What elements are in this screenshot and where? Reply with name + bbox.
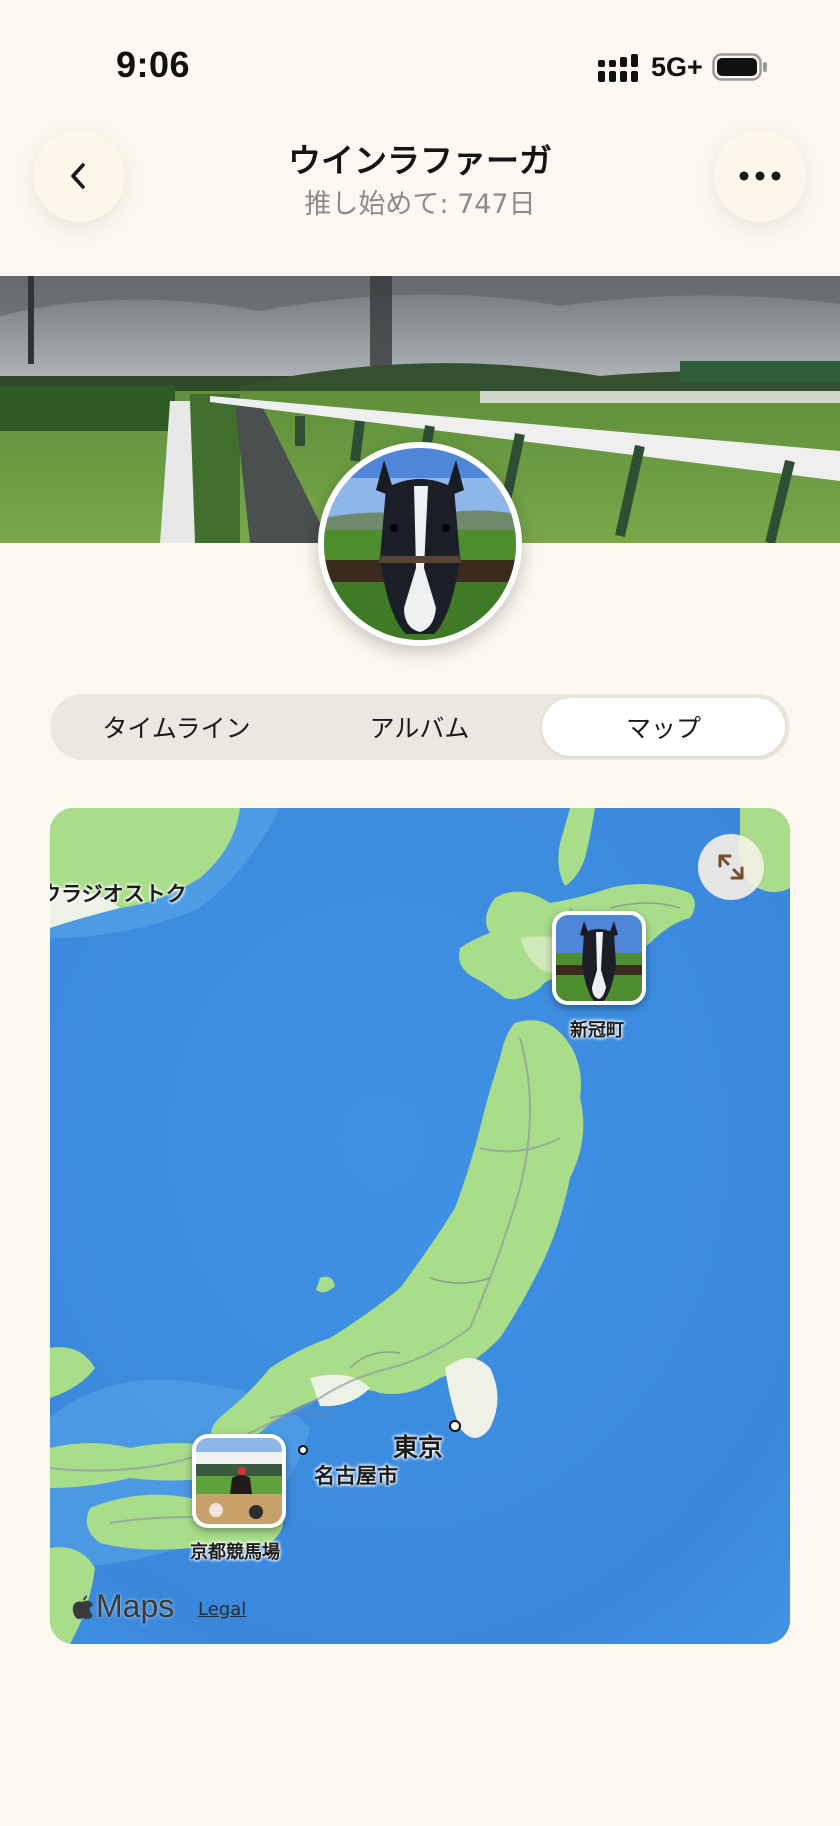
map-pin-kyoto-racecourse[interactable] — [192, 1434, 286, 1528]
page-subtitle: 推し始めて: 747日 — [304, 189, 536, 220]
legal-link[interactable]: Legal — [198, 1599, 246, 1620]
ellipsis-icon — [739, 171, 781, 181]
apple-logo-icon — [72, 1594, 93, 1619]
tab-album[interactable]: アルバム — [298, 698, 541, 756]
map-label-kyoto-racecourse: 京都競馬場 — [190, 1542, 280, 1563]
map-label-niikappu: 新冠町 — [570, 1020, 624, 1041]
tab-timeline[interactable]: タイムライン — [55, 698, 298, 756]
maps-brand-label: Maps — [96, 1588, 175, 1624]
status-bar: 9:06 5G+ — [0, 0, 840, 100]
map-view[interactable]: ウラジオストク 新冠町 東京 名古屋市 京都競馬場 Maps Legal — [50, 808, 790, 1644]
map-label-nagoya: 名古屋市 — [314, 1464, 398, 1488]
map-background — [50, 808, 790, 1644]
horse-thumbnail — [556, 915, 642, 1001]
battery-icon — [712, 53, 767, 81]
map-label-tokyo: 東京 — [393, 1433, 444, 1462]
avatar — [318, 442, 522, 646]
network-label: 5G+ — [651, 52, 703, 82]
more-button[interactable] — [714, 130, 806, 222]
expand-icon — [718, 854, 744, 880]
tab-map[interactable]: マップ — [542, 698, 785, 756]
segmented-tabs: タイムライン アルバム マップ — [50, 694, 790, 760]
expand-map-button[interactable] — [698, 834, 764, 900]
map-label-vladivostok: ウラジオストク — [50, 882, 187, 906]
signal-icon — [598, 54, 638, 82]
map-pin-niikappu[interactable] — [552, 911, 646, 1005]
racecourse-thumbnail — [196, 1438, 282, 1524]
status-time: 9:06 — [116, 44, 191, 85]
maps-attribution: Maps — [72, 1588, 174, 1625]
